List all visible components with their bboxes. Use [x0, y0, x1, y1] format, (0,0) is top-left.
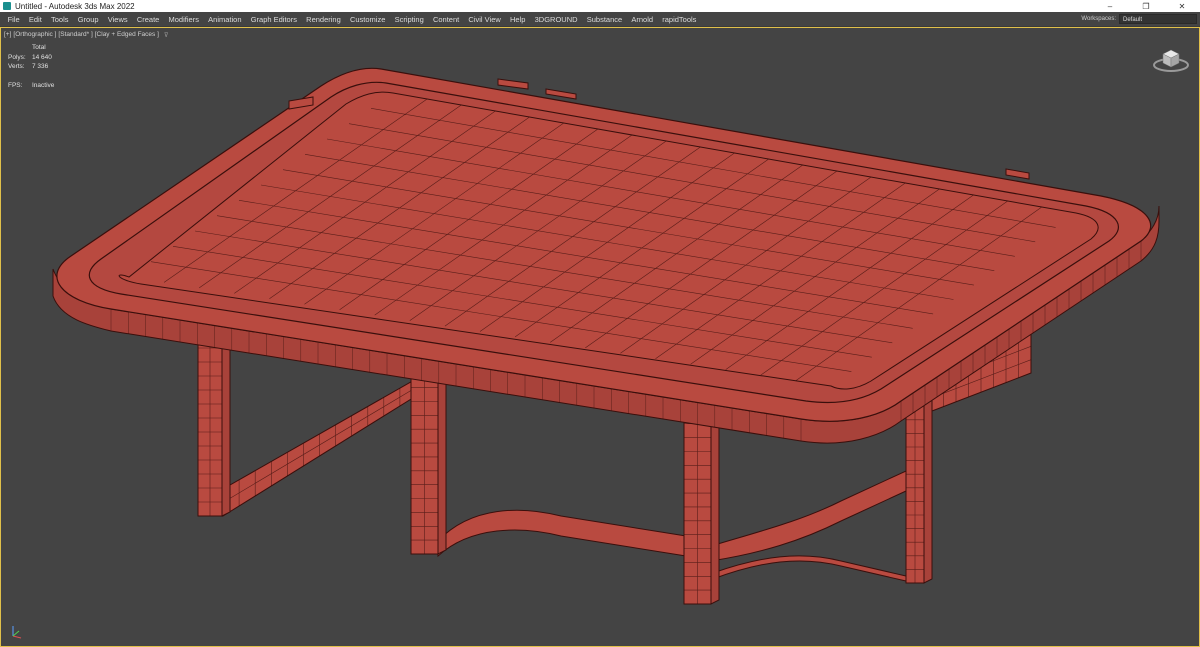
stats-polys-label: Polys: [8, 53, 26, 61]
stats-total-header: Total [32, 44, 46, 51]
menu-group[interactable]: Group [73, 15, 103, 24]
menu-customize[interactable]: Customize [345, 15, 390, 24]
viewport-label-menu: [+] [Orthographic ] [Standard* ] [Clay +… [4, 31, 169, 39]
menu-create[interactable]: Create [132, 15, 164, 24]
menu-3dground[interactable]: 3DGROUND [530, 15, 582, 24]
stats-fps-row: FPS: Inactive [8, 81, 54, 91]
menu-civil-view[interactable]: Civil View [464, 15, 506, 24]
workspaces-dropdown[interactable]: Default [1119, 14, 1197, 24]
menu-content[interactable]: Content [428, 15, 463, 24]
table-mesh [52, 67, 1160, 605]
window-title: Untitled - Autodesk 3ds Max 2022 [15, 1, 135, 11]
axis-tripod-icon [12, 626, 22, 639]
right-leg-side [923, 374, 933, 584]
stats-verts-value: 7 336 [32, 63, 49, 70]
minimize-button[interactable]: – [1092, 0, 1128, 12]
menu-substance[interactable]: Substance [582, 15, 627, 24]
window-controls: – ❐ ✕ [1092, 0, 1200, 12]
menu-arnold[interactable]: Arnold [627, 15, 658, 24]
table-model [52, 67, 1160, 605]
stats-fps-label: FPS: [8, 81, 23, 89]
stats-polys-value: 14 640 [32, 53, 52, 61]
menu-scripting[interactable]: Scripting [390, 15, 428, 24]
viewcube-icon[interactable] [1151, 42, 1191, 74]
menu-animation[interactable]: Animation [204, 15, 247, 24]
menu-edit[interactable]: Edit [24, 15, 46, 24]
menu-bar: File Edit Tools Group Views Create Modif… [0, 12, 1200, 27]
title-bar: Untitled - Autodesk 3ds Max 2022 – ❐ ✕ [0, 0, 1200, 12]
front-curved-stretcher [437, 470, 907, 562]
menu-file[interactable]: File [3, 15, 24, 24]
viewport-general-menu[interactable]: [+] [4, 31, 11, 39]
viewport-pov-menu[interactable]: [Orthographic ] [13, 31, 56, 39]
menu-tools[interactable]: Tools [46, 15, 73, 24]
stats-polys-row: Polys: 14 640 [8, 53, 54, 63]
viewport-shading-preset-menu[interactable]: [Standard* ] [58, 31, 92, 39]
close-button[interactable]: ✕ [1164, 0, 1200, 12]
rim-tab-back-1 [497, 78, 529, 90]
stats-fps-value: Inactive [32, 81, 55, 89]
menu-rapidtools[interactable]: rapidTools [658, 15, 701, 24]
viewport-visual-style-menu[interactable]: [Clay + Edged Faces ] [95, 31, 159, 39]
app-window: Untitled - Autodesk 3ds Max 2022 – ❐ ✕ F… [0, 0, 1200, 647]
funnel-icon[interactable]: ⊽ [164, 31, 169, 39]
stats-verts-row: Verts: 7 336 [8, 62, 54, 72]
3dsmax-app-icon [3, 2, 11, 10]
rim-tab-back-2 [545, 88, 577, 100]
menu-modifiers[interactable]: Modifiers [164, 15, 204, 24]
rim-tab-right [1005, 168, 1030, 180]
viewport-statistics: Total Polys: 14 640 Verts: 7 336 FPS: In… [8, 43, 54, 90]
rear-curved-stretcher [712, 555, 907, 582]
maximize-button[interactable]: ❐ [1128, 0, 1164, 12]
stats-verts-label: Verts: [8, 63, 25, 70]
perspective-viewport[interactable]: [+] [Orthographic ] [Standard* ] [Clay +… [0, 27, 1200, 647]
menu-views[interactable]: Views [103, 15, 132, 24]
menu-help[interactable]: Help [505, 15, 530, 24]
workspaces-label: Workspaces: [1081, 16, 1116, 22]
menu-items: File Edit Tools Group Views Create Modif… [0, 15, 701, 24]
workspaces-area: Workspaces: Default [1081, 12, 1200, 26]
menu-rendering[interactable]: Rendering [302, 15, 346, 24]
menu-graph-editors[interactable]: Graph Editors [246, 15, 301, 24]
